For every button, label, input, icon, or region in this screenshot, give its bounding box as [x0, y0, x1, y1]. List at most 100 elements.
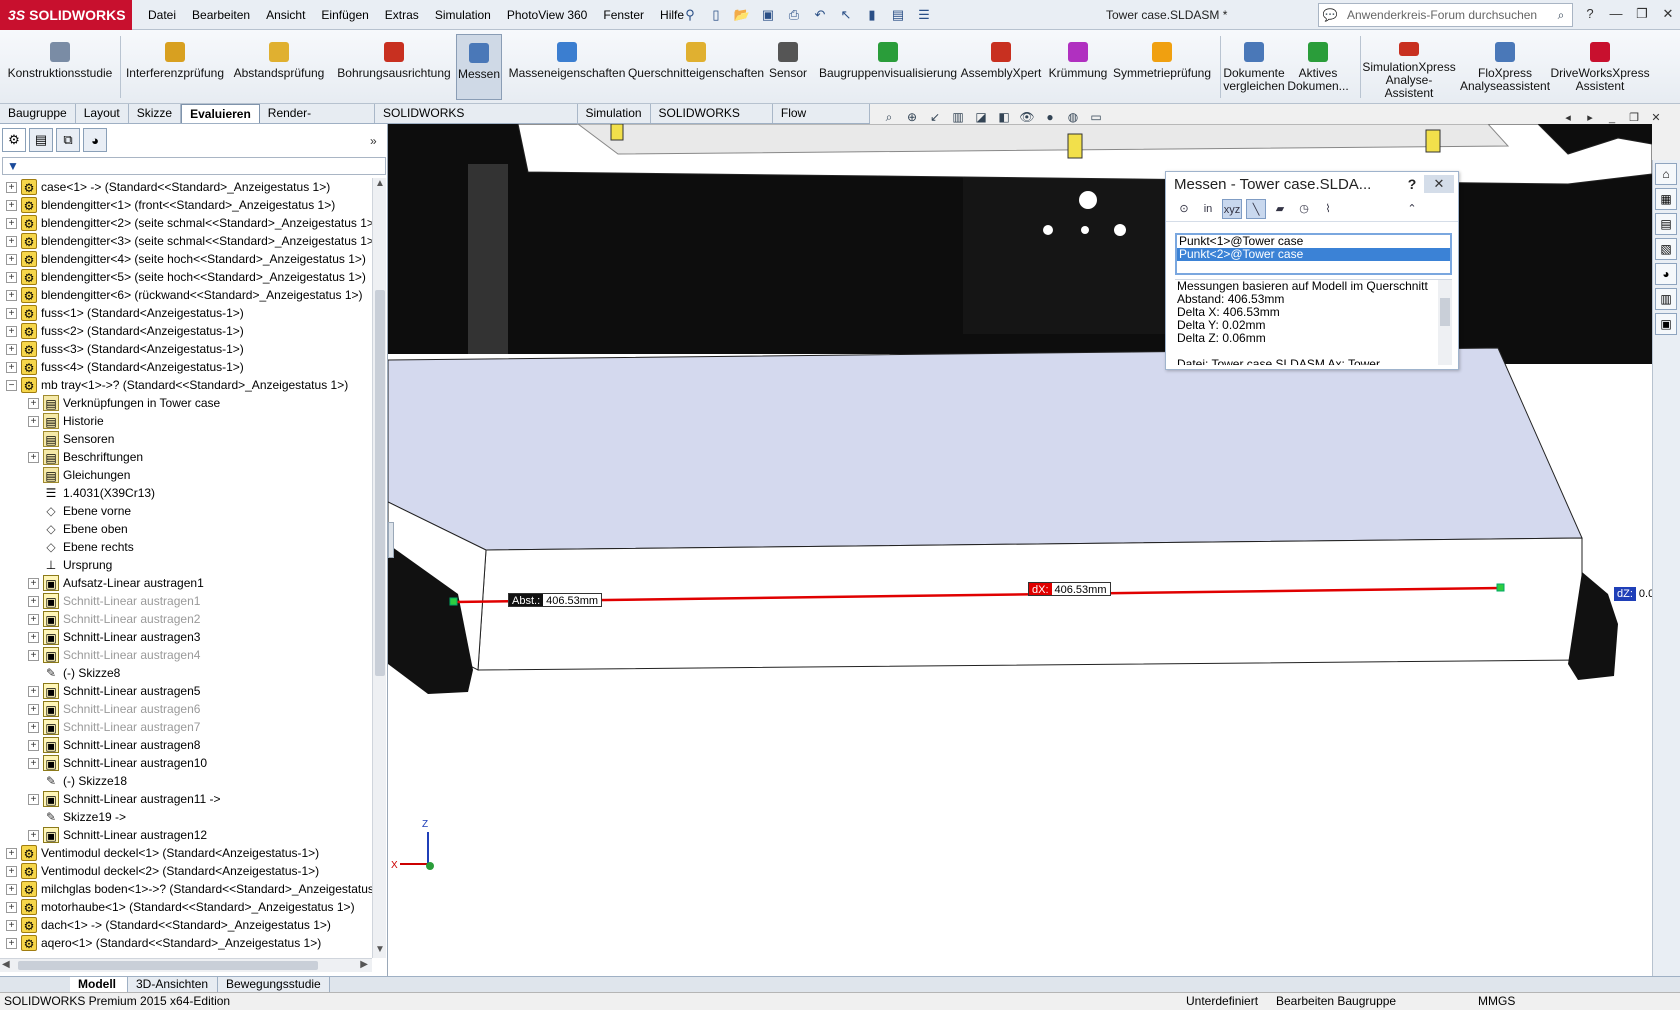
new-document-icon[interactable]: ▯: [706, 5, 726, 25]
tab-solidworks-mbd[interactable]: SOLIDWORKS MBD: [650, 104, 773, 139]
tree-item[interactable]: ✎ (-) Skizze18: [0, 772, 372, 790]
expand-toggle-icon[interactable]: +: [28, 631, 39, 643]
measure-dialog-header[interactable]: Messen - Tower case.SLDA... ? ✕: [1166, 172, 1458, 196]
tree-item[interactable]: ✎ (-) Skizze8: [0, 664, 372, 682]
expand-toggle-icon[interactable]: +: [6, 325, 17, 337]
interferenzprüfung-button[interactable]: Interferenzprüfung: [122, 34, 228, 100]
menu-fenster[interactable]: Fenster: [595, 0, 652, 30]
expand-toggle-icon[interactable]: +: [28, 451, 39, 463]
tree-item[interactable]: − ⚙ mb tray<1>->? (Standard<<Standard>_Anz…: [0, 376, 372, 394]
solidworks-resources-icon[interactable]: ⌂: [1655, 163, 1677, 185]
driveworksxpress-assistent-button[interactable]: DriveWorksXpress Assistent: [1550, 34, 1650, 100]
tab-baugruppe[interactable]: Baugruppe: [0, 104, 76, 123]
expand-toggle-icon[interactable]: +: [6, 181, 17, 193]
tree-item[interactable]: + ▣ Schnitt-Linear austragen12: [0, 826, 372, 844]
tree-item[interactable]: + ⚙ blendengitter<3> (seite schmal<<Standa…: [0, 232, 372, 250]
selection-item[interactable]: Punkt<2>@Tower case: [1177, 248, 1450, 261]
expand-toggle-icon[interactable]: +: [6, 919, 17, 931]
view-palette-icon[interactable]: ▧: [1655, 238, 1677, 260]
pin-icon[interactable]: ⚲: [680, 5, 700, 25]
tree-item[interactable]: + ▣ Schnitt-Linear austragen1: [0, 592, 372, 610]
graphics-area[interactable]: Z X Abst.: 406.53mm dX: 406.53mm dZ: 0.0…: [388, 124, 1652, 976]
tree-item[interactable]: + ⚙ milchglas boden<1>->? (Standard<<Stand…: [0, 880, 372, 898]
tree-item[interactable]: + ⚙ Ventimodul deckel<1> (Standard<Anzeige…: [0, 844, 372, 862]
property-manager-tab-icon[interactable]: ▤: [29, 128, 53, 152]
expand-toggle-icon[interactable]: +: [28, 757, 39, 769]
tree-item[interactable]: + ⚙ fuss<1> (Standard<Anzeigestatus-1>): [0, 304, 372, 322]
expand-toggle-icon[interactable]: +: [6, 235, 17, 247]
expand-toggle-icon[interactable]: +: [6, 253, 17, 265]
tree-item[interactable]: + ▣ Schnitt-Linear austragen2: [0, 610, 372, 628]
tree-item[interactable]: + ▣ Schnitt-Linear austragen4: [0, 646, 372, 664]
expand-toggle-icon[interactable]: +: [28, 685, 39, 697]
konstruktionsstudie-button[interactable]: Konstruktionsstudie: [0, 34, 120, 100]
expand-toggle-icon[interactable]: +: [6, 271, 17, 283]
tree-item[interactable]: ⊥ Ursprung: [0, 556, 372, 574]
scroll-thumb[interactable]: [375, 290, 385, 676]
bohrungsausrichtung-button[interactable]: Bohrungsausrichtung: [334, 34, 454, 100]
collapse-dialog-icon[interactable]: ⌃: [1402, 199, 1422, 219]
tab-solidworks-zusatzanwendungen[interactable]: SOLIDWORKS Zusatzanwendungen: [375, 104, 578, 139]
menu-datei[interactable]: Datei: [140, 0, 184, 30]
model-viewport[interactable]: Z X: [388, 124, 1652, 976]
tree-item[interactable]: ▤ Sensoren: [0, 430, 372, 448]
scroll-right-icon[interactable]: ▶: [360, 959, 368, 970]
expand-panel-icon[interactable]: »: [370, 134, 377, 148]
tree-item[interactable]: + ⚙ blendengitter<5> (seite hoch<<Standard…: [0, 268, 372, 286]
expand-toggle-icon[interactable]: +: [28, 649, 39, 661]
tree-item[interactable]: + ⚙ blendengitter<1> (front<<Standard>_Anz…: [0, 196, 372, 214]
dx-callout[interactable]: dX: 406.53mm: [1028, 582, 1111, 596]
results-scrollbar[interactable]: [1438, 280, 1452, 365]
tree-item[interactable]: + ⚙ dach<1> -> (Standard<<Standard>_Anzeig…: [0, 916, 372, 934]
simulationxpress-analyse-assistent-button[interactable]: SimulationXpress Analyse-Assistent: [1362, 34, 1456, 100]
tree-item[interactable]: + ▤ Verknüpfungen in Tower case: [0, 394, 372, 412]
tree-item[interactable]: + ⚙ blendengitter<4> (seite hoch<<Standard…: [0, 250, 372, 268]
expand-toggle-icon[interactable]: +: [6, 847, 17, 859]
close-button[interactable]: ✕: [1658, 4, 1678, 24]
point-to-point-icon[interactable]: ╲: [1246, 198, 1266, 219]
xyz-measure-icon[interactable]: xyz: [1222, 198, 1242, 219]
arc-circle-options-icon[interactable]: ⊙: [1174, 199, 1194, 219]
tab-evaluieren[interactable]: Evaluieren: [181, 104, 260, 123]
minimize-button[interactable]: —: [1606, 4, 1626, 24]
open-icon[interactable]: 📂: [732, 5, 752, 25]
masseneigenschaften-button[interactable]: Masseneigenschaften: [506, 34, 628, 100]
tree-item[interactable]: + ▣ Schnitt-Linear austragen8: [0, 736, 372, 754]
menu-einfügen[interactable]: Einfügen: [313, 0, 376, 30]
scroll-up-icon[interactable]: ▲: [373, 178, 387, 192]
dokumente-vergleichen-button[interactable]: Dokumente vergleichen: [1222, 34, 1286, 100]
sensor-button[interactable]: Sensor: [766, 34, 810, 100]
expand-toggle-icon[interactable]: +: [28, 739, 39, 751]
tree-item[interactable]: + ⚙ case<1> -> (Standard<<Standard>_Anzeig…: [0, 178, 372, 196]
tree-item[interactable]: + ▣ Schnitt-Linear austragen7: [0, 718, 372, 736]
history-icon[interactable]: ◷: [1294, 199, 1314, 219]
expand-toggle-icon[interactable]: +: [6, 307, 17, 319]
feature-tree-tab-icon[interactable]: ⚙: [2, 128, 26, 152]
forum-search-input[interactable]: 💬 Anwenderkreis-Forum durchsuchen ⌕: [1318, 3, 1573, 27]
rebuild-icon[interactable]: ▮: [862, 5, 882, 25]
expand-toggle-icon[interactable]: +: [6, 199, 17, 211]
measure-selection-list[interactable]: Punkt<1>@Tower case Punkt<2>@Tower case: [1175, 233, 1452, 275]
tree-item[interactable]: + ⚙ blendengitter<6> (rückwand<<Standard>_…: [0, 286, 372, 304]
tree-item[interactable]: + ▤ Beschriftungen: [0, 448, 372, 466]
display-manager-tab-icon[interactable]: ◕: [83, 128, 107, 152]
tree-item[interactable]: ◇ Ebene vorne: [0, 502, 372, 520]
aktives-dokumen-button[interactable]: Aktives Dokumen...: [1287, 34, 1349, 100]
scroll-left-icon[interactable]: ◀: [2, 959, 10, 970]
tree-item[interactable]: + ⚙ aqero<1> (Standard<<Standard>_Anzeiges…: [0, 934, 372, 952]
expand-toggle-icon[interactable]: +: [28, 415, 39, 427]
querschnitteigenschaften-button[interactable]: Querschnitteigenschaften: [628, 34, 764, 100]
tree-item[interactable]: + ⚙ blendengitter<2> (seite schmal<<Standa…: [0, 214, 372, 232]
tree-horizontal-scrollbar[interactable]: ◀ ▶: [0, 958, 372, 972]
expand-toggle-icon[interactable]: +: [28, 703, 39, 715]
tree-item[interactable]: ☰ 1.4031(X39Cr13): [0, 484, 372, 502]
select-icon[interactable]: ↖: [836, 5, 856, 25]
help-icon[interactable]: ?: [1580, 4, 1600, 24]
tree-vertical-scrollbar[interactable]: ▲ ▼: [372, 178, 386, 958]
panel-splitter[interactable]: [388, 522, 394, 558]
tab-skizze[interactable]: Skizze: [128, 104, 182, 123]
dz-callout[interactable]: dZ: 0.06mm: [1614, 587, 1652, 601]
hscroll-thumb[interactable]: [18, 961, 318, 970]
symmetrieprüfung-button[interactable]: Symmetrieprüfung: [1112, 34, 1212, 100]
expand-toggle-icon[interactable]: +: [6, 883, 17, 895]
